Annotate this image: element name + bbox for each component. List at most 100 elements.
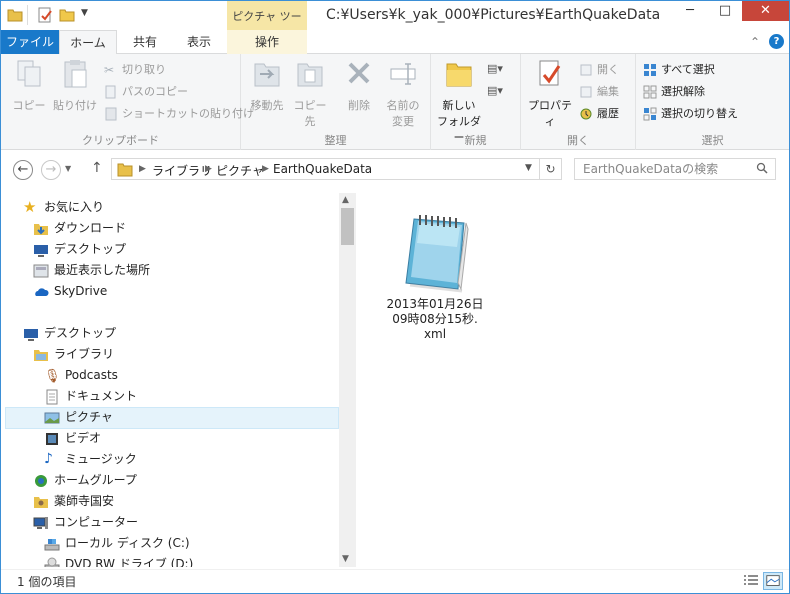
- contextual-tab-group-label: ピクチャ ツール: [227, 1, 307, 55]
- paste-button[interactable]: 貼り付け: [51, 58, 99, 113]
- nav-desktop-label: デスクトップ: [44, 326, 117, 340]
- hard-disk-icon: [44, 539, 60, 551]
- new-item-icon[interactable]: ▤▾: [487, 62, 503, 75]
- back-button[interactable]: ←: [13, 160, 33, 180]
- maximize-button[interactable]: □: [708, 1, 742, 21]
- chevron-right-icon[interactable]: ▶: [205, 164, 212, 174]
- nav-scrollbar[interactable]: ▲ ▼: [339, 193, 356, 567]
- user-folder-icon: [34, 497, 48, 508]
- nav-downloads-label: ダウンロード: [54, 221, 127, 235]
- properties-quick-icon[interactable]: [37, 7, 53, 23]
- tab-manage[interactable]: 操作: [227, 30, 307, 54]
- tab-share[interactable]: 共有: [117, 30, 173, 54]
- scroll-up-icon[interactable]: ▲: [342, 195, 349, 205]
- invert-selection-label: 選択の切り替え: [661, 107, 738, 120]
- collapse-ribbon-icon[interactable]: ⌃: [750, 35, 760, 49]
- history-button[interactable]: 履歴: [577, 104, 619, 124]
- podcast-icon: 🎙: [44, 369, 61, 384]
- crumb-earthquakedata[interactable]: EarthQuakeData: [273, 162, 372, 176]
- tab-file[interactable]: ファイル: [1, 30, 59, 54]
- address-bar[interactable]: ▶ ライブラリ ▶ ピクチャ ▶ EarthQuakeData ▼: [111, 158, 540, 180]
- clipboard-group-label: クリップボード: [82, 134, 159, 147]
- edit-icon: [580, 86, 592, 98]
- cut-button[interactable]: ✂ 切り取り: [102, 60, 166, 80]
- nav-user-folder-label: 薬師寺国安: [54, 494, 115, 508]
- new-folder-quick-icon[interactable]: [59, 7, 75, 23]
- copy-button[interactable]: コピー: [11, 58, 47, 113]
- status-bar: 1 個の項目: [1, 569, 789, 593]
- refresh-icon: ↻: [545, 162, 556, 176]
- properties-button[interactable]: プロパティ: [525, 58, 575, 129]
- forward-button[interactable]: →: [41, 160, 61, 180]
- scissors-icon: ✂: [104, 63, 115, 77]
- easy-access-icon[interactable]: ▤▾: [487, 84, 503, 97]
- details-view-icon[interactable]: [741, 572, 761, 590]
- nav-pictures-label: ピクチャ: [65, 410, 113, 424]
- recent-places-icon: [33, 264, 49, 278]
- dvd-drive-icon: [44, 557, 60, 567]
- up-arrow-icon[interactable]: ↑: [91, 160, 103, 176]
- nav-computer-label: コンピューター: [54, 515, 139, 529]
- delete-label: 削除: [348, 99, 370, 112]
- open-button[interactable]: 開く: [577, 60, 619, 80]
- chevron-right-icon[interactable]: ▶: [139, 164, 146, 174]
- recent-locations-icon[interactable]: ▼: [65, 164, 71, 173]
- tab-home[interactable]: ホーム: [59, 30, 117, 55]
- refresh-button[interactable]: ↻: [540, 158, 562, 180]
- invert-selection-icon: [643, 107, 657, 121]
- large-icons-view-icon[interactable]: [763, 572, 783, 590]
- select-none-button[interactable]: 選択解除: [641, 82, 705, 102]
- nav-videos-label: ビデオ: [65, 431, 102, 445]
- delete-button[interactable]: 削除: [341, 58, 377, 113]
- select-none-label: 選択解除: [661, 85, 705, 98]
- edit-button[interactable]: 編集: [577, 82, 619, 102]
- nav-libraries-label: ライブラリ: [54, 347, 115, 361]
- address-dropdown-icon[interactable]: ▼: [525, 163, 532, 173]
- file-name-line-2: 09時08分15秒.: [392, 312, 478, 326]
- rename-label-2: 変更: [392, 115, 414, 128]
- select-none-icon: [643, 85, 657, 99]
- invert-selection-button[interactable]: 選択の切り替え: [641, 104, 738, 124]
- scrollbar-thumb[interactable]: [341, 208, 354, 245]
- chevron-right-icon[interactable]: ▶: [262, 164, 269, 174]
- select-group: すべて選択 選択解除 選択の切り替え 選択: [636, 54, 789, 150]
- history-icon: [580, 108, 592, 120]
- nav-skydrive-label: SkyDrive: [54, 284, 108, 298]
- star-icon: ★: [23, 198, 37, 216]
- tab-view[interactable]: 表示: [173, 30, 225, 54]
- file-list: 2013年01月26日 09時08分15秒. xml: [357, 193, 789, 567]
- minimize-button[interactable]: ─: [673, 1, 707, 21]
- copy-to-button[interactable]: コピー先: [289, 58, 331, 129]
- select-all-label: すべて選択: [661, 63, 715, 76]
- move-to-label: 移動先: [250, 99, 284, 112]
- copy-to-icon: [297, 63, 323, 87]
- customize-quick-access-icon[interactable]: ▼: [81, 8, 88, 18]
- paste-shortcut-button[interactable]: ショートカットの貼り付け: [102, 104, 254, 124]
- copy-path-button[interactable]: パスのコピー: [102, 82, 188, 102]
- new-folder-label-1: 新しい: [442, 99, 476, 112]
- scroll-down-icon[interactable]: ▼: [342, 554, 349, 564]
- properties-icon: [539, 60, 561, 86]
- crumb-libraries[interactable]: ライブラリ: [152, 162, 212, 179]
- organize-group: 移動先 コピー先 削除 名前の 変更 整理: [241, 54, 431, 150]
- search-icon: [756, 162, 768, 174]
- file-item[interactable]: 2013年01月26日 09時08分15秒. xml: [375, 201, 495, 341]
- nav-local-disk-label: ローカル ディスク (C:): [65, 536, 190, 550]
- folder-icon: [7, 9, 23, 22]
- computer-icon: [33, 517, 48, 529]
- close-button[interactable]: ✕: [742, 1, 789, 21]
- search-input[interactable]: EarthQuakeDataの検索: [574, 158, 776, 180]
- copy-path-label: パスのコピー: [122, 85, 188, 98]
- copy-icon: [17, 60, 41, 87]
- file-name: 2013年01月26日 09時08分15秒. xml: [375, 297, 495, 342]
- delete-x-icon: [348, 62, 370, 84]
- open-icon: [580, 64, 592, 76]
- move-to-button[interactable]: 移動先: [246, 58, 288, 113]
- open-label: 開く: [597, 63, 619, 76]
- crumb-pictures[interactable]: ピクチャ: [216, 162, 264, 179]
- downloads-icon: [34, 224, 48, 235]
- rename-button[interactable]: 名前の 変更: [383, 58, 423, 129]
- paste-label: 貼り付け: [53, 99, 97, 112]
- help-icon[interactable]: ?: [769, 34, 784, 49]
- select-all-button[interactable]: すべて選択: [641, 60, 715, 80]
